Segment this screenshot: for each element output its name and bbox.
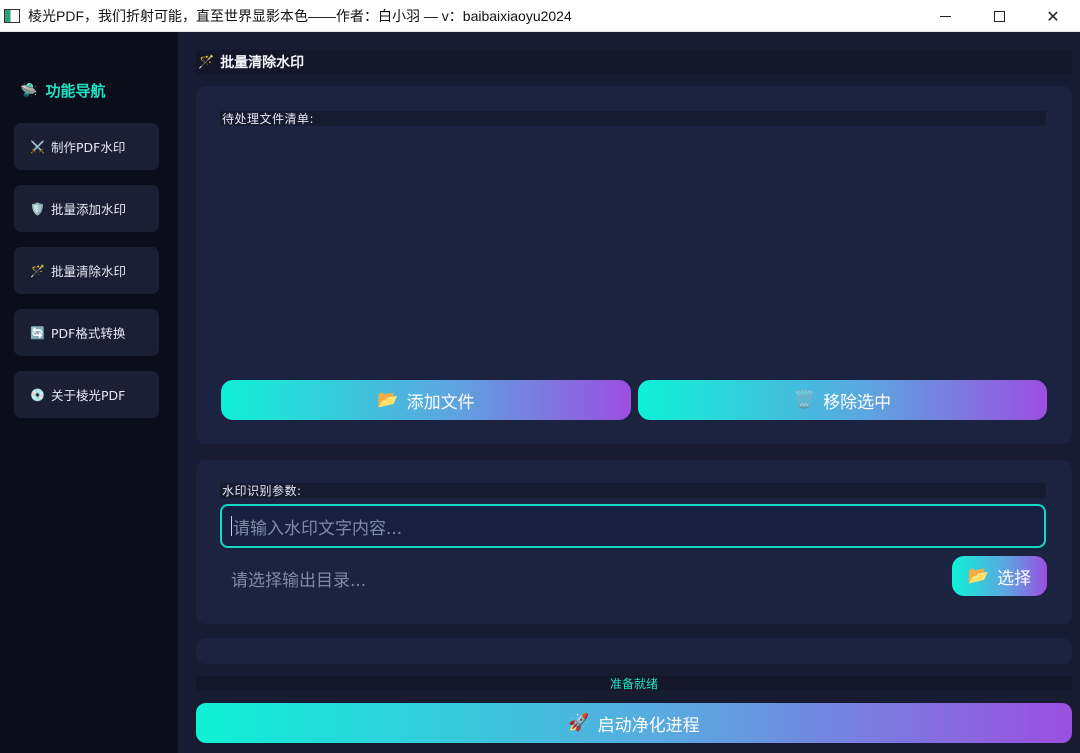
window-titlebar: 棱光PDF，我们折射可能，直至世界显影本色——作者：白小羽 — v：baibai…: [0, 0, 1080, 32]
sidebar-item-batch-add[interactable]: 🛡️ 批量添加水印: [14, 185, 159, 232]
status-label: 准备就绪: [196, 676, 1072, 691]
sidebar-item-about[interactable]: 💿 关于棱光PDF: [14, 371, 159, 418]
sidebar-item-label: 批量添加水印: [51, 202, 127, 217]
params-label: 水印识别参数:: [220, 483, 1046, 498]
shield-icon: 🛡️: [30, 201, 45, 216]
sidebar-item-label: 关于棱光PDF: [51, 388, 126, 403]
maximize-button[interactable]: [972, 0, 1026, 32]
sidebar-item-format-convert[interactable]: 🔄 PDF格式转换: [14, 309, 159, 356]
app-icon: [4, 8, 20, 23]
remove-selected-label: 移除选中: [823, 392, 892, 413]
rocket-icon: 🚀: [568, 713, 590, 733]
magic-wand-icon: 🪄: [198, 54, 215, 70]
choose-dir-label: 选择: [997, 568, 1032, 589]
start-process-button[interactable]: 🚀 启动净化进程: [196, 703, 1072, 743]
progress-area: [196, 638, 1072, 664]
folder-icon: 📂: [377, 390, 399, 410]
trash-icon: 🗑️: [793, 390, 816, 410]
add-file-button[interactable]: 📂 添加文件: [221, 380, 631, 420]
sidebar: 🛸 功能导航 ⚔️ 制作PDF水印 🛡️ 批量添加水印 🪄 批量清除水印 🔄 P…: [0, 32, 178, 753]
disc-icon: 💿: [30, 387, 45, 402]
folder-icon: 📂: [967, 566, 990, 586]
crossed-swords-icon: ⚔️: [30, 139, 45, 154]
window-controls: ✕: [918, 0, 1080, 32]
page-title-text: 批量清除水印: [220, 55, 305, 71]
output-dir-field[interactable]: 请选择输出目录...: [220, 558, 940, 598]
close-icon: ✕: [1046, 6, 1060, 26]
sidebar-item-label: 制作PDF水印: [51, 140, 126, 155]
magic-wand-icon: 🪄: [30, 263, 45, 278]
window-title: 棱光PDF，我们折射可能，直至世界显影本色——作者：白小羽 — v：baibai…: [28, 7, 572, 24]
minimize-icon: [939, 15, 951, 17]
sidebar-title: 功能导航: [45, 82, 106, 100]
watermark-text-input[interactable]: 请输入水印文字内容...: [220, 504, 1046, 548]
start-process-label: 启动净化进程: [597, 715, 700, 736]
sidebar-item-label: 批量清除水印: [51, 264, 127, 279]
choose-dir-button[interactable]: 📂 选择: [952, 556, 1047, 596]
file-list-card: 待处理文件清单: 📂 添加文件 🗑️ 移除选中: [196, 86, 1072, 444]
sidebar-header: 🛸 功能导航: [20, 80, 105, 101]
refresh-icon: 🔄: [30, 325, 45, 340]
page-title: 🪄 批量清除水印: [196, 50, 1072, 74]
file-list[interactable]: [220, 130, 1046, 374]
add-file-label: 添加文件: [406, 392, 475, 413]
text-caret: [231, 516, 232, 536]
main-panel: 🪄 批量清除水印 待处理文件清单: 📂 添加文件 🗑️ 移除选中 水印识别参数:…: [178, 32, 1080, 753]
watermark-text-placeholder: 请输入水印文字内容...: [233, 518, 403, 539]
params-card: 水印识别参数: 请输入水印文字内容... 请选择输出目录... 📂 选择: [196, 460, 1072, 624]
close-button[interactable]: ✕: [1026, 0, 1080, 32]
status-text: 准备就绪: [609, 676, 658, 691]
file-list-label: 待处理文件清单:: [220, 111, 1046, 126]
minimize-button[interactable]: [918, 0, 972, 32]
maximize-icon: [993, 10, 1005, 22]
output-dir-placeholder: 请选择输出目录...: [231, 570, 367, 591]
sidebar-item-create-watermark[interactable]: ⚔️ 制作PDF水印: [14, 123, 159, 170]
sidebar-item-batch-remove[interactable]: 🪄 批量清除水印: [14, 247, 159, 294]
remove-selected-button[interactable]: 🗑️ 移除选中: [638, 380, 1047, 420]
ufo-icon: 🛸: [20, 82, 38, 99]
sidebar-item-label: PDF格式转换: [51, 326, 126, 341]
